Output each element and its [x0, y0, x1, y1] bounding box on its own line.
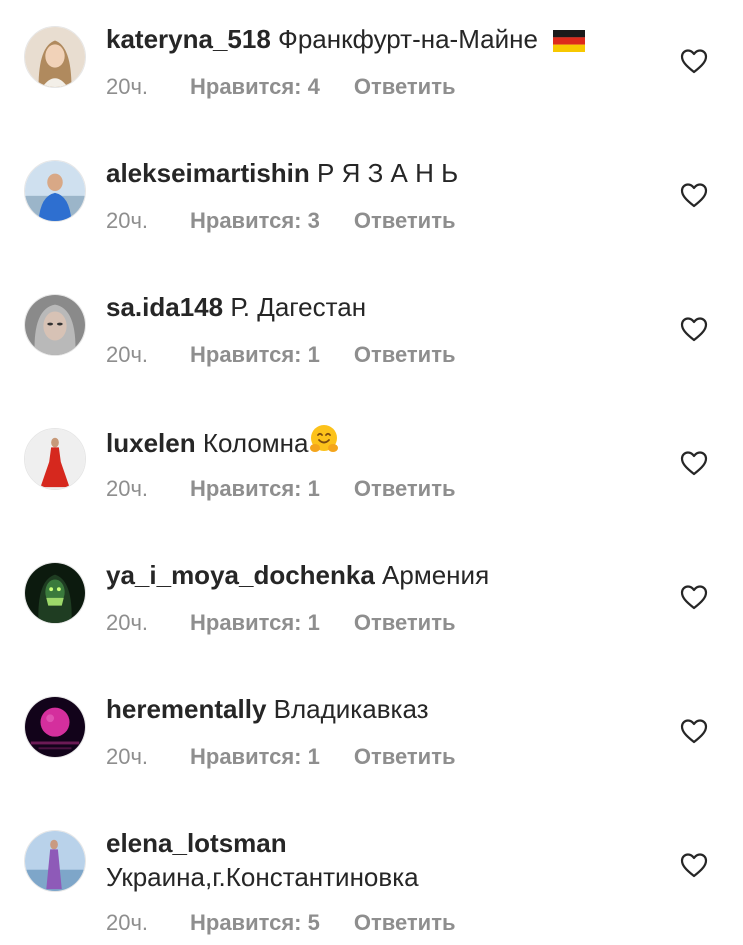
comment-meta: 20ч. Нравится: 4 Ответить	[106, 72, 456, 102]
avatar[interactable]	[24, 830, 86, 892]
comment-meta: 20ч. Нравится: 3 Ответить	[106, 206, 456, 236]
timestamp: 20ч.	[106, 476, 149, 501]
avatar[interactable]	[24, 160, 86, 222]
heart-outline-icon[interactable]	[680, 718, 708, 744]
comment-meta: 20ч. Нравится: 1 Ответить	[106, 742, 456, 772]
likes-count[interactable]: Нравится: 1	[190, 742, 320, 772]
heart-outline-icon[interactable]	[680, 450, 708, 476]
comment-text-line: alekseimartishin Р Я З А Н Ь	[106, 156, 633, 190]
likes-count[interactable]: Нравится: 1	[190, 340, 320, 370]
comment-text-line: kateryna_518 Франкфурт-на-Майне	[106, 22, 633, 56]
likes-count[interactable]: Нравится: 1	[190, 608, 320, 638]
likes-count[interactable]: Нравится: 1	[190, 474, 320, 504]
comment-meta: 20ч. Нравится: 5 Ответить	[106, 908, 456, 938]
avatar[interactable]	[24, 696, 86, 758]
reply-button[interactable]: Ответить	[354, 908, 456, 938]
timestamp: 20ч.	[106, 610, 149, 635]
comment-item: elena_lotsman Украина,г.Константиновка 2…	[0, 804, 743, 945]
woman-beach-figure-icon	[25, 831, 85, 891]
username-link[interactable]: sa.ida148	[106, 292, 223, 322]
reply-button[interactable]: Ответить	[354, 742, 456, 772]
comment-text: Франкфурт-на-Майне	[278, 24, 538, 54]
heart-outline-icon[interactable]	[680, 182, 708, 208]
timestamp: 20ч.	[106, 74, 149, 99]
likes-count[interactable]: Нравится: 3	[190, 206, 320, 236]
avatar[interactable]	[24, 26, 86, 88]
comment-text-line: sa.ida148 Р. Дагестан	[106, 290, 633, 324]
comment-item: kateryna_518 Франкфурт-на-Майне 20ч. Нра…	[0, 0, 743, 134]
heart-outline-icon[interactable]	[680, 316, 708, 342]
heart-outline-icon[interactable]	[680, 48, 708, 74]
comment-text-line: herementally Владикавказ	[106, 692, 633, 726]
avatar[interactable]	[24, 294, 86, 356]
timestamp: 20ч.	[106, 342, 149, 367]
username-link[interactable]: herementally	[106, 694, 266, 724]
comment-item: luxelen Коломна 20ч. Нравится: 1 Ответит…	[0, 402, 743, 536]
timestamp: 20ч.	[106, 208, 149, 233]
avatar[interactable]	[24, 562, 86, 624]
reply-button[interactable]: Ответить	[354, 340, 456, 370]
timestamp: 20ч.	[106, 744, 149, 769]
comment-item: herementally Владикавказ 20ч. Нравится: …	[0, 670, 743, 804]
heart-outline-icon[interactable]	[680, 584, 708, 610]
germany-flag-icon	[553, 30, 586, 52]
comment-text: Владикавказ	[273, 694, 429, 724]
reply-button[interactable]: Ответить	[354, 608, 456, 638]
man-portrait-icon	[25, 161, 85, 221]
avatar[interactable]	[24, 428, 86, 490]
comment-meta: 20ч. Нравится: 1 Ответить	[106, 340, 456, 370]
woman-portrait-icon	[25, 27, 85, 87]
comment-text-line: ya_i_moya_dochenka Армения	[106, 558, 633, 592]
username-link[interactable]: ya_i_moya_dochenka	[106, 560, 375, 590]
username-link[interactable]: alekseimartishin	[106, 158, 310, 188]
comment-text: Р. Дагестан	[230, 292, 367, 322]
red-dress-figure-icon	[25, 429, 85, 489]
reply-button[interactable]: Ответить	[354, 72, 456, 102]
comment-text: Р Я З А Н Ь	[317, 158, 459, 188]
username-link[interactable]: luxelen	[106, 428, 196, 458]
username-link[interactable]: kateryna_518	[106, 24, 271, 54]
likes-count[interactable]: Нравится: 5	[190, 908, 320, 938]
comment-text-line: luxelen Коломна	[106, 424, 633, 460]
comment-text: Коломна	[202, 428, 309, 458]
comment-text: Армения	[382, 560, 490, 590]
comment-meta: 20ч. Нравится: 1 Ответить	[106, 474, 456, 504]
comment-text: Украина,г.Константиновка	[106, 862, 419, 892]
comment-text-line: elena_lotsman	[106, 826, 633, 860]
username-link[interactable]: elena_lotsman	[106, 828, 287, 858]
reply-button[interactable]: Ответить	[354, 474, 456, 504]
heart-outline-icon[interactable]	[680, 852, 708, 878]
likes-count[interactable]: Нравится: 4	[190, 72, 320, 102]
woman-portrait-icon	[25, 295, 85, 355]
comment-meta: 20ч. Нравится: 1 Ответить	[106, 608, 456, 638]
hugging-face-icon	[310, 425, 339, 452]
dark-masked-figure-icon	[25, 563, 85, 623]
pink-moon-icon	[25, 697, 85, 757]
timestamp: 20ч.	[106, 910, 149, 935]
comment-item: ya_i_moya_dochenka Армения 20ч. Нравится…	[0, 536, 743, 670]
comment-item: sa.ida148 Р. Дагестан 20ч. Нравится: 1 О…	[0, 268, 743, 402]
reply-button[interactable]: Ответить	[354, 206, 456, 236]
comment-item: alekseimartishin Р Я З А Н Ь 20ч. Нравит…	[0, 134, 743, 268]
